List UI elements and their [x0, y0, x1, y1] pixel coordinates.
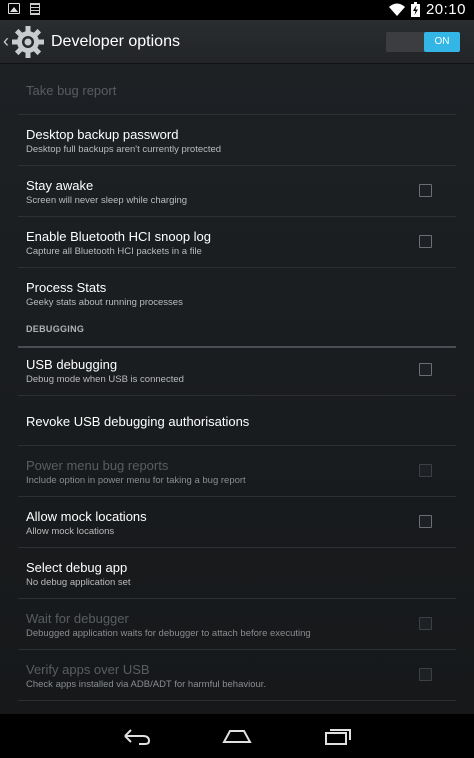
bluetooth-hci-snoop-checkbox[interactable]: [419, 235, 432, 248]
list-item-allow-mock-locations[interactable]: Allow mock locations Allow mock location…: [18, 497, 456, 548]
switch-thumb: ON: [424, 32, 460, 52]
list-item-usb-debugging[interactable]: USB debugging Debug mode when USB is con…: [18, 346, 456, 396]
settings-gear-icon[interactable]: [10, 24, 46, 60]
item-title: Allow mock locations: [26, 509, 147, 524]
allow-mock-locations-checkbox[interactable]: [419, 515, 432, 528]
status-bar: 20:10: [0, 0, 474, 20]
item-title: Process Stats: [26, 280, 107, 295]
item-title: Verify apps over USB: [26, 662, 150, 677]
section-header-debugging: DEBUGGING: [18, 320, 456, 348]
home-icon[interactable]: [220, 724, 254, 748]
document-notification-icon: [30, 3, 40, 15]
item-title: USB debugging: [26, 357, 118, 372]
item-summary: Screen will never sleep while charging: [26, 195, 188, 206]
list-item-select-debug-app[interactable]: Select debug app No debug application se…: [18, 548, 456, 599]
action-bar: ‹ Developer options ON: [0, 20, 474, 64]
item-summary: Include option in power menu for taking …: [26, 475, 246, 486]
page-title: Developer options: [51, 33, 180, 50]
item-title: Stay awake: [26, 178, 94, 193]
item-title: Select debug app: [26, 560, 128, 575]
wifi-icon: [388, 3, 405, 16]
list-item-revoke-usb-auth[interactable]: Revoke USB debugging authorisations: [18, 396, 456, 446]
item-summary: Desktop full backups aren't currently pr…: [26, 144, 222, 155]
developer-options-switch[interactable]: ON: [386, 32, 460, 52]
preference-list[interactable]: Take bug report Desktop backup password …: [0, 64, 474, 714]
list-item-verify-apps-over-usb[interactable]: Verify apps over USB Check apps installe…: [18, 650, 456, 701]
list-item-bluetooth-hci-snoop[interactable]: Enable Bluetooth HCI snoop log Capture a…: [18, 217, 456, 268]
list-item-wait-for-debugger[interactable]: Wait for debugger Debugged application w…: [18, 599, 456, 650]
list-item-process-stats[interactable]: Process Stats Geeky stats about running …: [18, 268, 456, 320]
item-title: Wait for debugger: [26, 611, 129, 626]
item-summary: Check apps installed via ADB/ADT for har…: [26, 679, 267, 690]
battery-charging-icon: [410, 2, 420, 17]
navigation-bar: [0, 714, 474, 758]
verify-apps-over-usb-checkbox[interactable]: [419, 668, 432, 681]
list-item-stay-awake[interactable]: Stay awake Screen will never sleep while…: [18, 166, 456, 217]
image-notification-icon: [8, 3, 20, 14]
back-icon[interactable]: [119, 724, 153, 748]
usb-debugging-checkbox[interactable]: [419, 363, 432, 376]
stay-awake-checkbox[interactable]: [419, 184, 432, 197]
item-summary: Allow mock locations: [26, 526, 115, 537]
item-summary: Geeky stats about running processes: [26, 297, 183, 308]
item-title: Desktop backup password: [26, 127, 179, 142]
power-menu-bug-reports-checkbox[interactable]: [419, 464, 432, 477]
item-title: Take bug report: [26, 83, 117, 98]
item-summary: Debugged application waits for debugger …: [26, 628, 311, 639]
clock: 20:10: [425, 1, 466, 18]
item-summary: Debug mode when USB is connected: [26, 374, 184, 385]
section-label: DEBUGGING: [26, 324, 85, 334]
list-item-take-bug-report[interactable]: Take bug report: [18, 64, 456, 115]
item-title: Power menu bug reports: [26, 458, 169, 473]
item-title: Revoke USB debugging authorisations: [26, 414, 250, 429]
wait-for-debugger-checkbox[interactable]: [419, 617, 432, 630]
list-item-power-menu-bug-reports[interactable]: Power menu bug reports Include option in…: [18, 446, 456, 497]
item-title: Enable Bluetooth HCI snoop log: [26, 229, 212, 244]
item-summary: No debug application set: [26, 577, 131, 588]
item-summary: Capture all Bluetooth HCI packets in a f…: [26, 246, 202, 257]
recent-apps-icon[interactable]: [321, 724, 355, 748]
list-item-desktop-backup-password[interactable]: Desktop backup password Desktop full bac…: [18, 115, 456, 166]
